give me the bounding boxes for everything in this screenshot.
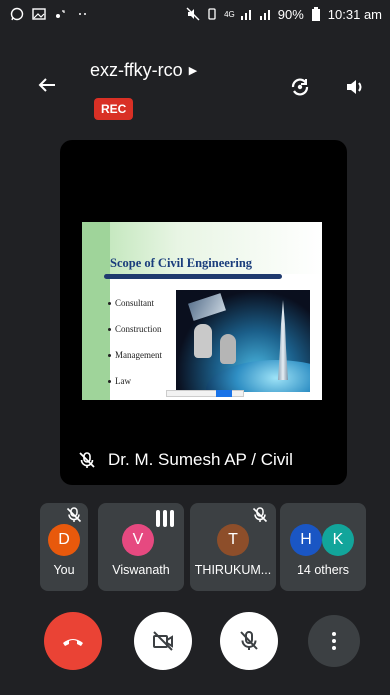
audio-output-button[interactable] <box>340 72 370 102</box>
caret-right-icon: ▶ <box>188 65 198 77</box>
more-notifications-icon <box>76 7 90 21</box>
signal-icon <box>240 7 254 21</box>
mute-icon <box>186 7 200 21</box>
participant-strip: D You V Viswanath T THIRUKUM... H K 14 o… <box>40 503 368 591</box>
call-controls <box>0 608 390 678</box>
switch-camera-button[interactable] <box>285 72 315 102</box>
status-right: 4G 90% 10:31 am <box>186 7 382 22</box>
planet-shape <box>206 360 310 392</box>
slide-bullet-list: Consultant Construction Management Law <box>108 290 162 394</box>
recording-badge: REC <box>94 98 134 120</box>
presenter-name: Dr. M. Sumesh AP / Civil <box>108 450 293 469</box>
slide-caption-bar <box>166 390 244 397</box>
speaking-indicator-icon <box>156 507 174 527</box>
back-arrow-icon <box>38 78 55 92</box>
participant-name: THIRUKUM... <box>194 563 272 577</box>
participant-tile-you[interactable]: D You <box>40 503 88 591</box>
speaker-icon <box>347 80 362 94</box>
slide-side-band <box>82 222 110 400</box>
meeting-code: exz-ffky-rco <box>90 60 183 80</box>
battery-icon <box>309 7 323 21</box>
camera-off-icon <box>153 631 173 651</box>
mic-toggle-button[interactable] <box>220 612 278 670</box>
participant-tile-viswanath[interactable]: V Viswanath <box>98 503 184 591</box>
presentation-tile[interactable]: Scope of Civil Engineering Consultant Co… <box>60 140 347 485</box>
presenter-bar: Dr. M. Sumesh AP / Civil <box>60 435 347 485</box>
vibrate-icon <box>205 7 219 21</box>
network-type: 4G <box>224 9 235 19</box>
slide-caption-button <box>216 390 232 397</box>
gallery-icon <box>32 7 46 21</box>
wifi-data-icon <box>54 7 68 21</box>
slide-bullet: Law <box>108 368 162 394</box>
avatar: H <box>290 524 322 556</box>
mic-off-icon <box>79 452 95 468</box>
meeting-code-button[interactable]: exz-ffky-rco ▶ <box>90 60 197 81</box>
back-button[interactable] <box>30 68 64 102</box>
clock: 10:31 am <box>327 6 382 22</box>
slide-divider <box>104 274 282 279</box>
shared-slide: Scope of Civil Engineering Consultant Co… <box>82 222 322 400</box>
slide-bullet: Management <box>108 342 162 368</box>
slide-title: Scope of Civil Engineering <box>110 256 253 270</box>
tower-shape <box>278 300 288 380</box>
avatar: V <box>122 524 154 556</box>
more-vert-icon <box>332 632 336 650</box>
mic-off-icon <box>66 507 82 523</box>
mic-off-icon <box>252 507 268 523</box>
avatar: T <box>217 524 249 556</box>
avatar: D <box>48 524 80 556</box>
end-call-icon <box>63 639 83 646</box>
astronaut-shape <box>220 334 236 364</box>
more-options-button[interactable] <box>308 615 360 667</box>
battery-percent: 90% <box>277 6 304 22</box>
signal-2-icon <box>259 7 273 21</box>
meeting-header: exz-ffky-rco ▶ REC <box>0 50 390 120</box>
participant-tile-others[interactable]: H K 14 others <box>280 503 366 591</box>
mic-off-icon <box>240 631 258 650</box>
astronaut-shape <box>194 324 212 358</box>
participant-name: You <box>53 563 75 577</box>
slide-bullet: Consultant <box>108 290 162 316</box>
participant-tile-thirukum[interactable]: T THIRUKUM... <box>190 503 276 591</box>
end-call-button[interactable] <box>44 612 102 670</box>
slide-bullet: Construction <box>108 316 162 342</box>
status-bar: 4G 90% 10:31 am <box>0 0 390 28</box>
participant-name: 14 others <box>296 563 350 577</box>
participant-name: Viswanath <box>112 563 170 577</box>
camera-toggle-button[interactable] <box>134 612 192 670</box>
slide-space-image <box>176 290 310 392</box>
space-station-shape <box>188 293 226 321</box>
status-left <box>10 7 90 21</box>
whatsapp-icon <box>10 7 24 21</box>
avatar: K <box>322 524 354 556</box>
switch-camera-icon <box>291 78 309 96</box>
